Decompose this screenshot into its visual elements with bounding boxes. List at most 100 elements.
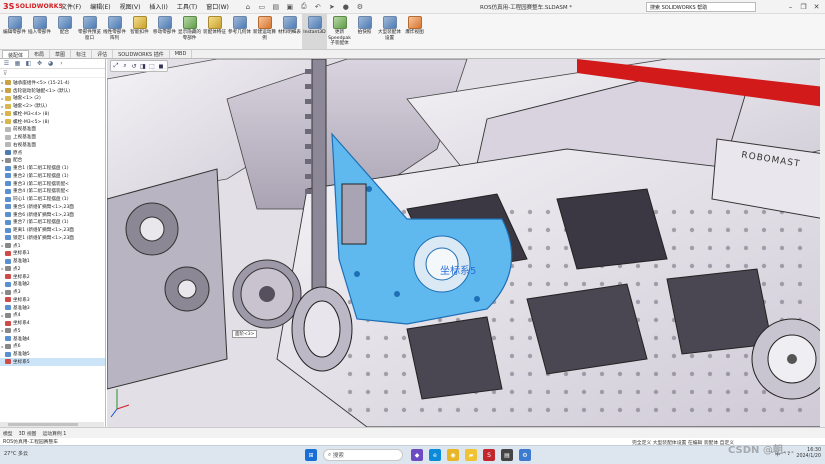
edge-icon[interactable]: e <box>429 449 441 461</box>
tree-item[interactable]: ▸ 点1 <box>0 242 105 250</box>
tree-item[interactable]: ▸ 点2 <box>0 265 105 273</box>
ribbon-button-5[interactable]: 智能扣件 <box>127 14 152 49</box>
ribbon-button-1[interactable]: 插入零部件 <box>27 14 52 49</box>
tab-3d-views[interactable]: 3D 视图 <box>19 430 37 437</box>
tree-item[interactable]: 重合3 (第二组工程摆装配< <box>0 180 105 188</box>
tree-item[interactable]: ▸ 点5 <box>0 327 105 335</box>
ribbon-button-3[interactable]: 零部件预览窗口 <box>77 14 102 49</box>
tree-item[interactable]: 距离1 (新组矿摘臂<1>,23面 <box>0 226 105 234</box>
close-icon[interactable]: ✕ <box>810 1 823 12</box>
tree-item[interactable]: 基准轴3 <box>0 304 105 312</box>
save-icon[interactable]: ▣ <box>284 2 296 12</box>
minimize-icon[interactable]: – <box>784 1 797 12</box>
tree-item[interactable]: 重合2 (第二组工程摆盘 (1) <box>0 172 105 180</box>
tree-item[interactable]: 右视基准面 <box>0 141 105 149</box>
widget-icon[interactable]: ◆ <box>411 449 423 461</box>
tab-evaluate[interactable]: 评估 <box>92 50 114 58</box>
tree-item[interactable]: ▸ 轴承座组件<5> (15-21-4) <box>0 79 105 87</box>
ribbon-button-12[interactable]: Instant3D <box>302 14 327 49</box>
tree-item[interactable]: 坐标系4 <box>0 319 105 327</box>
ribbon-button-13[interactable]: 更新Speedpak子装配体 <box>327 14 352 49</box>
tab-mbd[interactable]: MBD <box>170 50 193 58</box>
ribbon-button-15[interactable]: 大型装配体设置 <box>377 14 402 49</box>
tree-item[interactable]: 重合6 (新组矿摘臂<1>,23面 <box>0 211 105 219</box>
undo-icon[interactable]: ↶ <box>312 2 324 12</box>
rebuild-icon[interactable]: ● <box>340 2 352 12</box>
open-icon[interactable]: ▤ <box>270 2 282 12</box>
settings-icon[interactable]: ⚙ <box>519 449 531 461</box>
scrollbar-thumb[interactable] <box>8 423 78 426</box>
tree-item[interactable]: ▾ 配合 <box>0 157 105 165</box>
tree-item[interactable]: 前视基准面 <box>0 126 105 134</box>
menu-tools[interactable]: 工具(T) <box>177 2 197 11</box>
tree-item[interactable]: 重合5 (新组矿摘臂<1>,23面 <box>0 203 105 211</box>
dimxpert-icon[interactable]: ✥ <box>35 60 44 68</box>
new-icon[interactable]: ▭ <box>256 2 268 12</box>
tree-item[interactable]: ▸ 螺栓-M3<4> (8) <box>0 110 105 118</box>
previous-view-icon[interactable]: ↺ <box>130 62 138 70</box>
tab-assembly[interactable]: 装配体 <box>2 50 30 59</box>
tree-item[interactable]: 基准轴4 <box>0 335 105 343</box>
section-view-icon[interactable]: ◨ <box>139 62 147 70</box>
clock[interactable]: 16:30 2024/1/20 <box>796 448 821 460</box>
ribbon-button-11[interactable]: 材料明细表 <box>277 14 302 49</box>
menu-view[interactable]: 视图(V) <box>120 2 141 11</box>
tree-item[interactable]: 重合1 (第二组工程摆盘 (1) <box>0 164 105 172</box>
ribbon-button-4[interactable]: 线性零部件阵列 <box>102 14 127 49</box>
ribbon-button-6[interactable]: 移动零部件 <box>152 14 177 49</box>
solidworks-logo[interactable]: 3S SOLIDWORKS <box>3 2 63 11</box>
view-orientation-icon[interactable]: ⬚ <box>148 62 156 70</box>
menu-insert[interactable]: 插入(I) <box>149 2 167 11</box>
ribbon-button-2[interactable]: 配合 <box>52 14 77 49</box>
tree-item[interactable]: 坐标系1 <box>0 250 105 258</box>
display-style-icon[interactable]: ◼ <box>157 62 165 70</box>
viewport-scrollbar[interactable] <box>820 59 825 427</box>
menu-file[interactable]: 文件(F) <box>61 2 81 11</box>
ribbon-button-8[interactable]: 装配体特征 <box>202 14 227 49</box>
ribbon-button-16[interactable]: 爆炸视图 <box>402 14 427 49</box>
tree-filter[interactable]: ⊽ <box>0 69 105 78</box>
zoom-area-icon[interactable]: ⌕ <box>121 62 129 70</box>
chrome-icon[interactable]: ◉ <box>447 449 459 461</box>
tree-item[interactable]: ▸ 点4 <box>0 312 105 320</box>
file-explorer-icon[interactable]: ▰ <box>465 449 477 461</box>
restore-icon[interactable]: ❐ <box>797 1 810 12</box>
tree-item[interactable]: 原点 <box>0 149 105 157</box>
ribbon-button-7[interactable]: 显示隐藏的零部件 <box>177 14 202 49</box>
ribbon-button-9[interactable]: 参考几何体 <box>227 14 252 49</box>
taskbar-search[interactable]: ⌕ 搜索 <box>323 449 403 461</box>
tree-item[interactable]: 重合7 (第二组工程摆盘 (1) <box>0 219 105 227</box>
tab-motion-study[interactable]: 运动算例 1 <box>42 430 66 437</box>
home-icon[interactable]: ⌂ <box>242 2 254 12</box>
ribbon-button-0[interactable]: 编辑零部件 <box>2 14 27 49</box>
config-manager-icon[interactable]: ◧ <box>24 60 33 68</box>
print-icon[interactable]: ⎙ <box>298 2 310 12</box>
expand-panel-icon[interactable]: › <box>57 60 66 68</box>
tab-layout[interactable]: 布局 <box>29 50 51 58</box>
tab-markup[interactable]: 标注 <box>71 50 93 58</box>
help-search-input[interactable]: 搜索 SOLIDWORKS 帮助 <box>646 2 756 12</box>
ribbon-button-10[interactable]: 新建运动算例 <box>252 14 277 49</box>
property-manager-icon[interactable]: ▦ <box>13 60 22 68</box>
tab-addins[interactable]: SOLIDWORKS 插件 <box>113 50 170 58</box>
tree-item[interactable]: 同心1 (第二组工程摆盘 (1) <box>0 195 105 203</box>
tree-item[interactable]: 上视基准面 <box>0 133 105 141</box>
tree-item[interactable]: ▸ 点6 <box>0 343 105 351</box>
solidworks-taskbar-icon[interactable]: S <box>483 449 495 461</box>
menu-window[interactable]: 窗口(W) <box>206 2 229 11</box>
zoom-fit-icon[interactable]: ⤢ <box>112 62 120 70</box>
menu-edit[interactable]: 编辑(E) <box>90 2 110 11</box>
windows-start-icon[interactable]: ⊞ <box>305 449 317 461</box>
tab-sketch[interactable]: 草图 <box>50 50 72 58</box>
tree-item[interactable]: 坐标系2 <box>0 273 105 281</box>
tree-item[interactable]: 基准轴5 <box>0 350 105 358</box>
tree-item[interactable]: ▸ 轴套<1> (2) <box>0 95 105 103</box>
ribbon-button-14[interactable]: 拍快照 <box>352 14 377 49</box>
tree-item[interactable]: 基准轴2 <box>0 281 105 289</box>
feature-tree-icon[interactable]: ☰ <box>2 60 11 68</box>
tree-item[interactable]: 坐标系3 <box>0 296 105 304</box>
tab-model[interactable]: 模型 <box>3 430 13 437</box>
tree-item[interactable]: ▸ 点3 <box>0 288 105 296</box>
tree-item[interactable]: ▸ 齿轮驱动轮轴配<1> (默认) <box>0 87 105 95</box>
tree-item[interactable]: ▸ 轴套<2> (默认) <box>0 102 105 110</box>
